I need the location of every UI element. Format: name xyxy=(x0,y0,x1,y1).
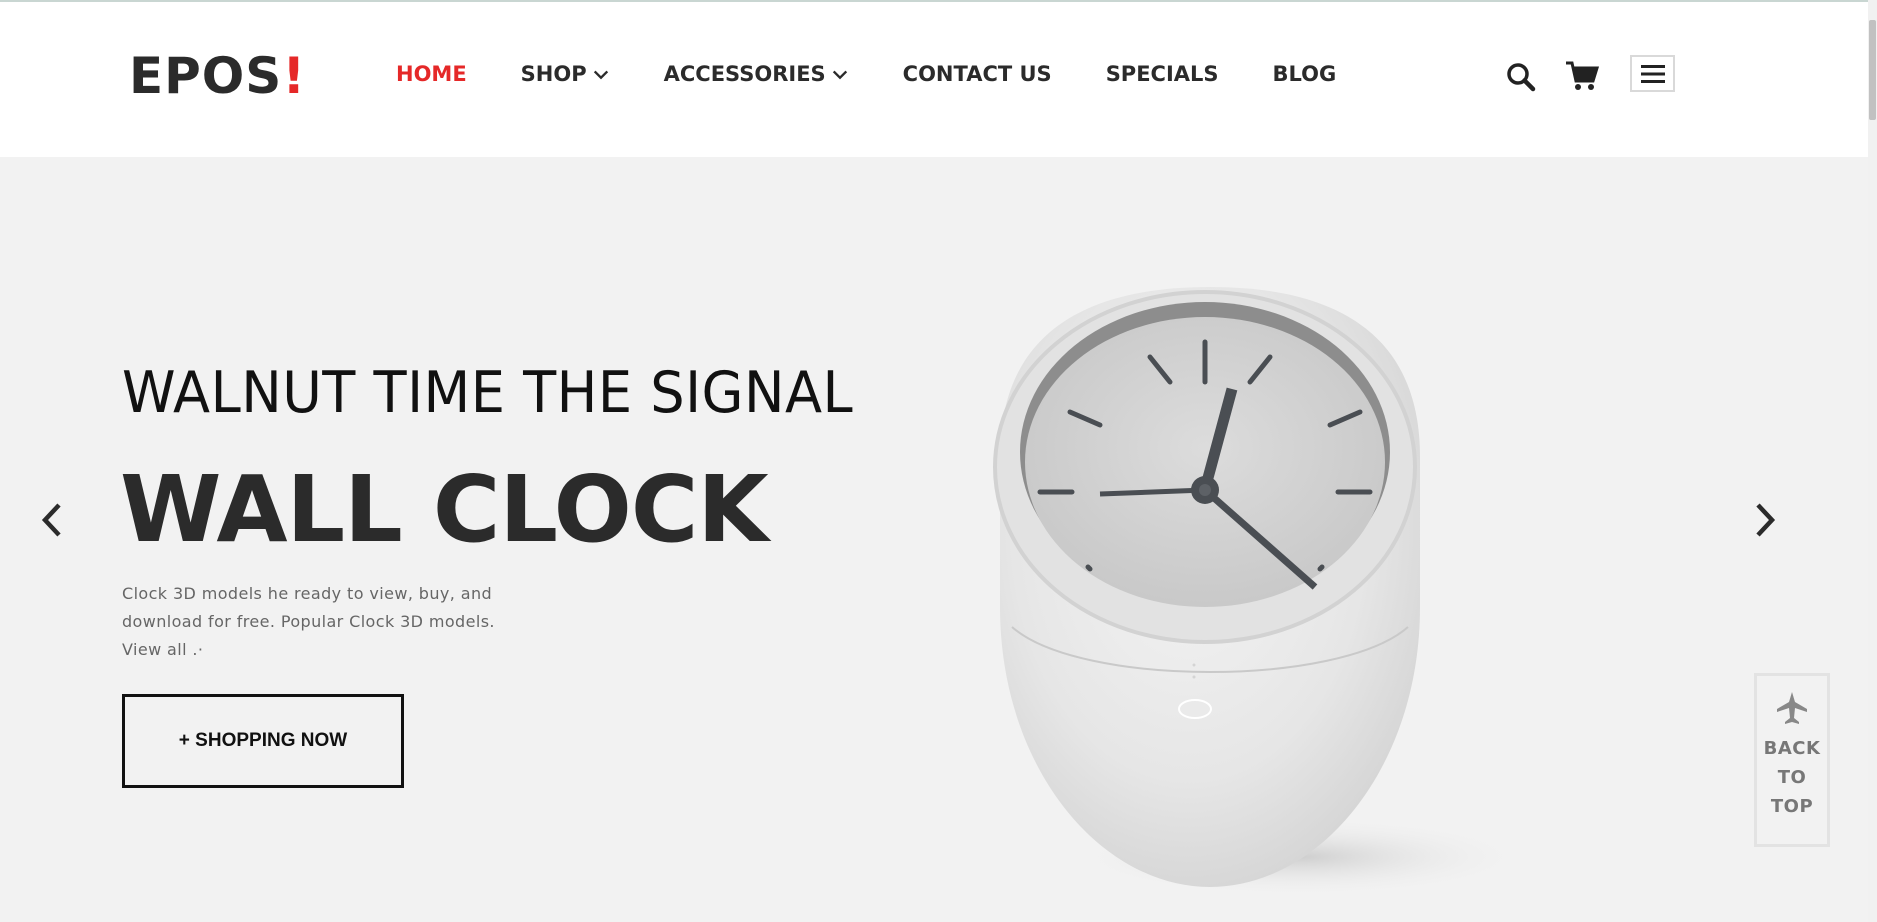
nav-label: HOME xyxy=(396,62,467,86)
nav-item-blog[interactable]: BLOG xyxy=(1273,62,1337,86)
chevron-right-icon[interactable] xyxy=(1744,495,1784,545)
search-icon[interactable] xyxy=(1506,62,1536,92)
nav-label: SHOP xyxy=(520,62,587,86)
chevron-down-icon xyxy=(593,70,608,80)
menu-button[interactable] xyxy=(1630,55,1675,92)
back-to-top-line: BACK xyxy=(1763,738,1821,759)
nav-label: BLOG xyxy=(1272,62,1337,86)
nav-label: CONTACT US xyxy=(902,62,1052,86)
shopping-now-button[interactable]: + SHOPPING NOW xyxy=(122,694,404,788)
nav-item-accessories[interactable]: ACCESSORIES xyxy=(664,62,849,86)
page-scrollbar[interactable] xyxy=(1868,0,1877,922)
hero-slider: WALNUT TIME THE SIGNAL WALL CLOCK Clock … xyxy=(0,157,1868,922)
airplane-icon xyxy=(1777,692,1807,724)
nav-label: SPECIALS xyxy=(1105,62,1219,86)
nav-item-specials[interactable]: SPECIALS xyxy=(1106,62,1219,86)
nav-label: ACCESSORIES xyxy=(663,62,826,86)
back-to-top-button[interactable]: BACK TO TOP xyxy=(1754,673,1830,847)
chevron-left-icon[interactable] xyxy=(33,495,73,545)
main-nav: HOME SHOP ACCESSORIES CONTACT US SPECIAL… xyxy=(396,62,1390,86)
back-to-top-label: BACK TO TOP xyxy=(1764,734,1821,821)
nav-item-contact-us[interactable]: CONTACT US xyxy=(903,62,1052,86)
logo-accent: ! xyxy=(282,47,307,105)
clock-product-image xyxy=(993,287,1530,897)
logo-text: EPOS xyxy=(129,47,283,105)
site-logo[interactable]: EPOS! xyxy=(129,46,306,106)
back-to-top-line: TO xyxy=(1777,767,1807,788)
back-to-top-line: TOP xyxy=(1770,796,1814,817)
chevron-down-icon xyxy=(832,70,847,80)
nav-item-shop[interactable]: SHOP xyxy=(521,62,610,86)
hero-subtitle: WALNUT TIME THE SIGNAL xyxy=(122,360,854,426)
cart-icon[interactable] xyxy=(1565,60,1599,92)
hero-description: Clock 3D models he ready to view, buy, a… xyxy=(122,584,495,659)
site-header: EPOS! HOME SHOP ACCESSORIES CONTACT US S… xyxy=(0,2,1868,157)
scrollbar-thumb[interactable] xyxy=(1869,20,1876,120)
hamburger-menu-icon xyxy=(1640,64,1665,83)
hero-title: WALL CLOCK xyxy=(120,456,769,563)
nav-item-home[interactable]: HOME xyxy=(396,62,467,86)
